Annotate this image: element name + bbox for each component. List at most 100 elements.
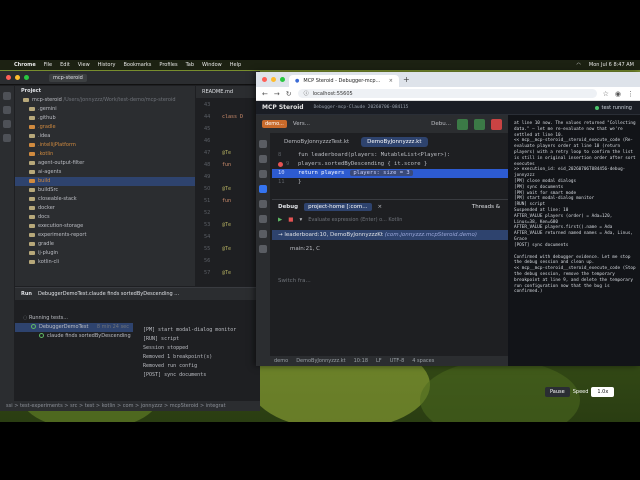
menu-help[interactable]: Help xyxy=(230,62,241,68)
nested-ide-toolbar: demo... Vers... Debu... xyxy=(256,115,508,133)
menu-bookmarks[interactable]: Bookmarks xyxy=(123,62,151,68)
close-tab-icon[interactable]: × xyxy=(389,78,393,84)
forward-icon[interactable]: → xyxy=(274,90,280,98)
status-item[interactable]: DemoByJonnyzzz.kt xyxy=(296,356,345,366)
menu-window[interactable]: Window xyxy=(202,62,222,68)
run-tool-icon[interactable] xyxy=(3,134,11,142)
debug-session-tab[interactable]: project-home [:com... xyxy=(304,203,372,211)
problems-tool-icon[interactable] xyxy=(259,230,267,238)
menu-file[interactable]: File xyxy=(44,62,52,68)
console-line: Removed 1 breakpoint(s) xyxy=(143,354,213,360)
maximize-window-icon[interactable] xyxy=(280,77,285,82)
reload-icon[interactable]: ↻ xyxy=(286,90,292,98)
tree-item[interactable]: .gradle xyxy=(15,123,195,132)
menu-view[interactable]: View xyxy=(78,62,90,68)
status-item[interactable]: 10:18 xyxy=(354,356,368,366)
menubar-clock[interactable]: Mon Jul 6 8:47 AM xyxy=(589,62,634,68)
test-method-row[interactable]: claude finds sortedByDescending xyxy=(15,332,133,341)
rerun-button[interactable] xyxy=(457,118,468,130)
ide-project-chip[interactable]: mcp-steroid xyxy=(49,73,87,82)
close-icon[interactable]: × xyxy=(378,204,383,210)
nested-code-editor[interactable]: 8 fun leaderboard(players: MutableList<Pl… xyxy=(272,151,508,193)
profile-icon[interactable]: ◉ xyxy=(615,90,621,98)
tree-item[interactable]: execution-storage xyxy=(15,222,195,231)
tree-item[interactable]: ij-plugin xyxy=(15,249,195,258)
tree-item[interactable]: .kotlin xyxy=(15,150,195,159)
menu-kebab-icon[interactable]: ⋮ xyxy=(627,90,634,98)
tree-item[interactable]: kotlin-cli xyxy=(15,258,195,267)
editor-tab[interactable]: README.md xyxy=(196,86,260,98)
menubar-app-name[interactable]: Chrome xyxy=(14,62,36,68)
structure-tool-icon[interactable] xyxy=(259,155,267,163)
tree-item[interactable]: .github xyxy=(15,114,195,123)
git-tool-icon[interactable] xyxy=(259,245,267,253)
breadcrumb[interactable]: ssi > test-experiments > src > test > ko… xyxy=(6,403,226,409)
menu-profiles[interactable]: Profiles xyxy=(159,62,177,68)
nested-vcs-widget[interactable]: Vers... xyxy=(293,121,310,127)
tree-item[interactable]: ai-agents xyxy=(15,168,195,177)
project-tool-icon[interactable] xyxy=(259,140,267,148)
run-config-tab[interactable]: DebuggerDemoTest.claude finds sortedByDe… xyxy=(38,291,179,297)
bookmark-star-icon[interactable]: ☆ xyxy=(603,90,609,98)
nested-run-target[interactable]: Debu... xyxy=(431,121,451,127)
run-tool-icon[interactable] xyxy=(259,200,267,208)
structure-tool-icon[interactable] xyxy=(3,120,11,128)
debug-button[interactable] xyxy=(474,118,485,130)
nested-project-chip[interactable]: demo... xyxy=(262,120,287,128)
back-icon[interactable]: ← xyxy=(262,90,268,98)
tree-item[interactable]: agent-output-filter xyxy=(15,159,195,168)
breakpoint-icon[interactable] xyxy=(278,162,283,167)
commit-tool-icon[interactable] xyxy=(3,106,11,114)
wifi-icon[interactable]: ◠ xyxy=(577,62,581,68)
tree-item[interactable]: experiments-report xyxy=(15,231,195,240)
maximize-window-icon[interactable] xyxy=(24,75,29,80)
test-class-row[interactable]: DebuggerDemoTest 8 min 24 sec xyxy=(15,323,133,332)
tree-item[interactable]: closeable-stack xyxy=(15,195,195,204)
stop-button[interactable] xyxy=(491,118,502,130)
tree-item[interactable]: .idea xyxy=(15,132,195,141)
menu-history[interactable]: History xyxy=(98,62,116,68)
menu-edit[interactable]: Edit xyxy=(60,62,70,68)
ide-editor[interactable]: README.md 43 44 45 46 47 48 49 50 51 52 … xyxy=(196,86,260,286)
debug-tool-icon[interactable] xyxy=(259,185,267,193)
minimize-window-icon[interactable] xyxy=(15,75,20,80)
run-console[interactable]: [PM] start modal-dialog monitor [RUN] sc… xyxy=(143,326,236,380)
console-line: [PM] start modal-dialog monitor xyxy=(143,327,237,333)
stack-frame-selected[interactable]: → leaderboard:10, DemoByJonnyzzzKt (com.… xyxy=(272,230,508,240)
new-tab-icon[interactable]: + xyxy=(403,75,410,84)
tests-running-row[interactable]: ◌ Running tests... xyxy=(15,314,133,323)
filter-icon[interactable]: ▾ xyxy=(299,217,302,223)
browser-tab[interactable]: ● MCP Steroid - Debugger-mcp... × xyxy=(289,75,399,87)
speed-select[interactable]: 1.0x xyxy=(591,387,615,397)
agent-log[interactable]: at line 10 now. The values returned "Col… xyxy=(510,115,640,366)
nested-tab[interactable]: DemoByJonnyzzzTest.kt xyxy=(278,137,355,147)
commit-tool-icon[interactable] xyxy=(259,170,267,178)
minimize-window-icon[interactable] xyxy=(271,77,276,82)
status-item[interactable]: UTF-8 xyxy=(390,356,405,366)
pause-button[interactable]: Pause xyxy=(545,387,570,397)
threads-tab[interactable]: Threads & xyxy=(472,204,500,210)
status-item[interactable]: 4 spaces xyxy=(412,356,434,366)
tree-item[interactable]: .gemini xyxy=(15,105,195,114)
tree-root[interactable]: mcp-steroid /Users/jonnyzzz/Work/test-de… xyxy=(15,96,195,105)
evaluate-expression-input[interactable]: Evaluate expression (Enter) o... Kotlin xyxy=(308,217,402,223)
site-info-icon[interactable]: ⓘ xyxy=(304,90,309,97)
tree-item[interactable]: docker xyxy=(15,204,195,213)
tree-item[interactable]: docs xyxy=(15,213,195,222)
nested-tab-active[interactable]: DemoByJonnyzzz.kt xyxy=(361,137,428,147)
address-bar[interactable]: ⓘ localhost:55605 xyxy=(297,89,597,98)
terminal-tool-icon[interactable] xyxy=(259,215,267,223)
tree-item[interactable]: buildSrc xyxy=(15,186,195,195)
status-item[interactable]: demo xyxy=(274,356,288,366)
tree-item[interactable]: .intellijPlatform xyxy=(15,141,195,150)
tree-item-selected[interactable]: build xyxy=(15,177,195,186)
menu-tab[interactable]: Tab xyxy=(186,62,194,68)
close-window-icon[interactable] xyxy=(262,77,267,82)
stop-icon[interactable]: ■ xyxy=(288,217,293,223)
project-tool-icon[interactable] xyxy=(3,92,11,100)
stack-frame[interactable]: main:21, C xyxy=(272,244,508,254)
close-window-icon[interactable] xyxy=(6,75,11,80)
resume-icon[interactable]: ▶ xyxy=(278,217,282,223)
tree-item[interactable]: gradle xyxy=(15,240,195,249)
status-item[interactable]: LF xyxy=(376,356,382,366)
